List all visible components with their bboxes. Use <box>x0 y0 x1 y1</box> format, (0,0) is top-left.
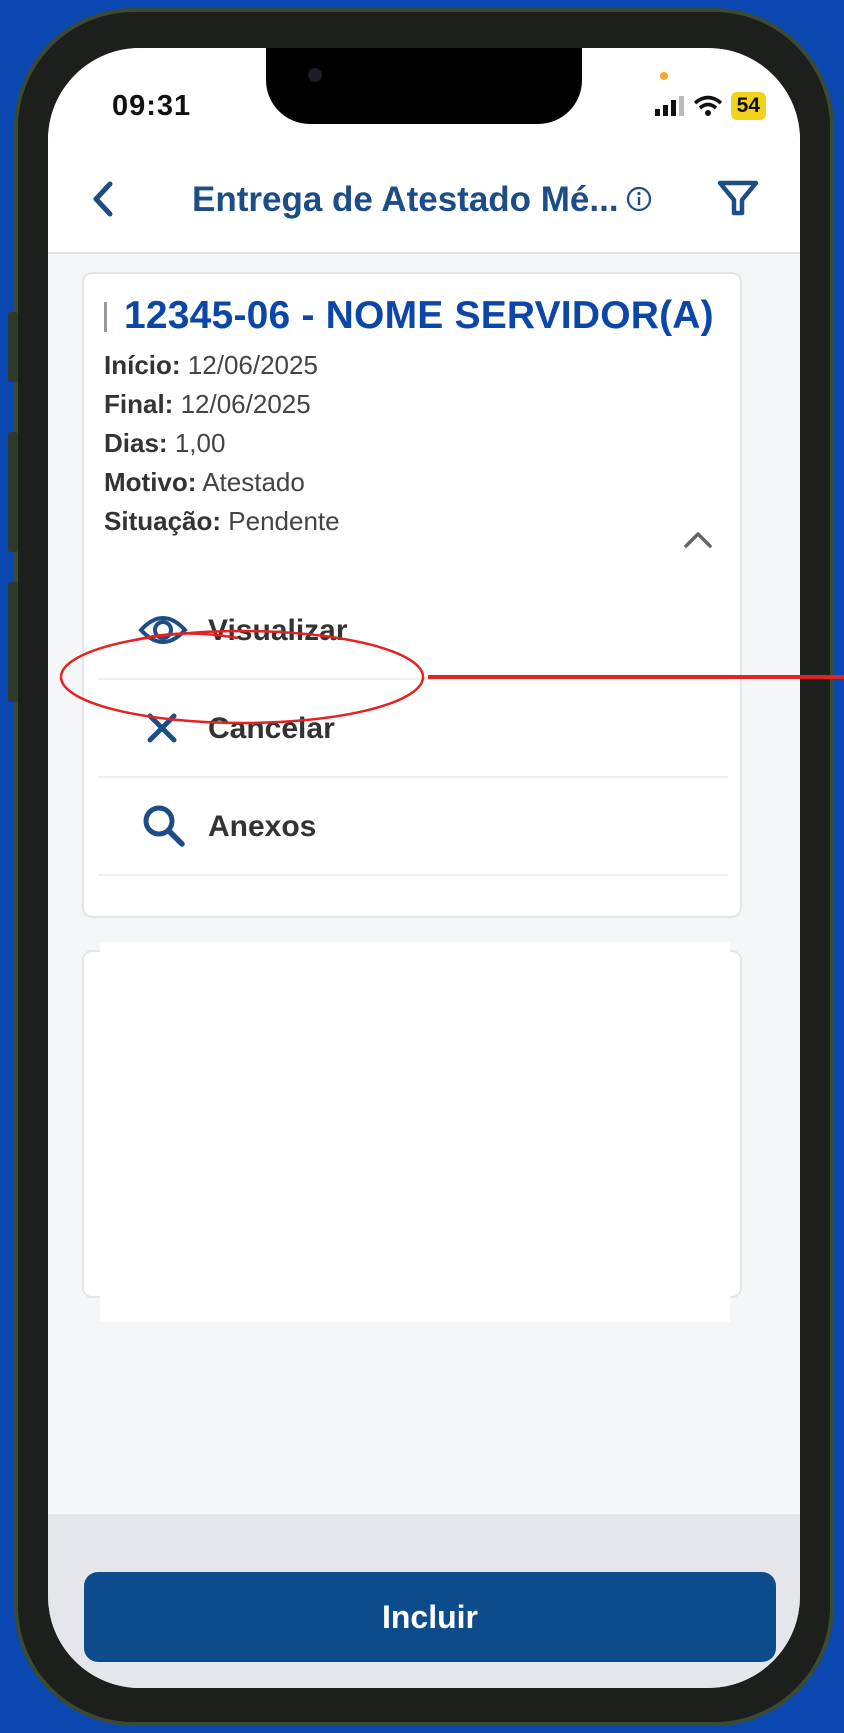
highlight-ellipse <box>59 629 425 725</box>
highlight-stroke <box>135 632 239 642</box>
annotation-overlay <box>59 629 844 725</box>
